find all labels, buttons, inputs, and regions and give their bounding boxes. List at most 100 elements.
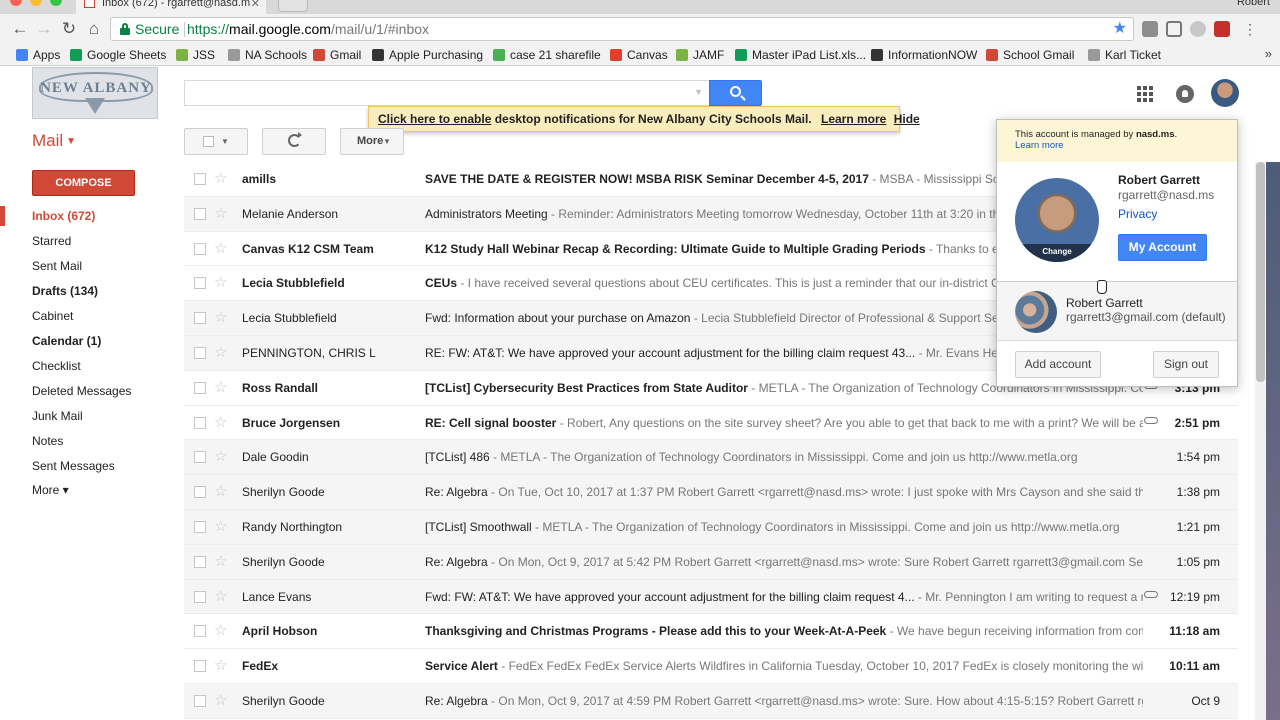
minimize-window-icon[interactable] [30, 0, 42, 6]
mail-switcher[interactable]: Mail ▼ [32, 131, 76, 151]
bookmark-apps[interactable]: Apps [16, 47, 60, 63]
star-icon[interactable]: ☆ [214, 273, 227, 291]
more-actions-button[interactable]: More ▼ [340, 128, 404, 155]
bookmark-jamf[interactable]: JAMF [676, 47, 724, 63]
nav-item-sent-messages[interactable]: Sent Messages [32, 459, 115, 473]
row-checkbox[interactable] [194, 416, 206, 429]
bookmark-na-schools[interactable]: NA Schools [228, 47, 307, 63]
star-icon[interactable]: ☆ [214, 169, 227, 187]
bookmark-apple-purchasing[interactable]: Apple Purchasing [372, 47, 483, 63]
privacy-link[interactable]: Privacy [1118, 207, 1157, 221]
chrome-menu-icon[interactable]: ⋮ [1240, 19, 1260, 39]
bookmark-jss[interactable]: JSS [176, 47, 215, 63]
bookmark-star-icon[interactable]: ★ [1113, 18, 1127, 40]
email-row[interactable]: ☆ Sherilyn Goode Re: Algebra - On Tue, Oct… [184, 475, 1238, 510]
star-icon[interactable]: ☆ [214, 656, 227, 674]
extension-icon[interactable] [1142, 21, 1158, 37]
row-checkbox[interactable] [194, 173, 206, 185]
bookmark-karl-ticket[interactable]: Karl Ticket [1088, 47, 1161, 63]
row-checkbox[interactable] [194, 555, 206, 568]
star-icon[interactable]: ☆ [214, 239, 227, 257]
star-icon[interactable]: ☆ [214, 691, 227, 709]
email-row[interactable]: ☆ FedEx Service Alert - FedEx FedEx FedEx … [184, 649, 1238, 684]
email-row[interactable]: ☆ Sherilyn Goode Re: Algebra - On Mon, Oct… [184, 544, 1238, 580]
nav-item-drafts[interactable]: Drafts (134) [32, 284, 98, 298]
bookmark-school-gmail[interactable]: School Gmail [986, 47, 1074, 63]
account-photo[interactable]: Change [1015, 178, 1099, 262]
nav-item-notes[interactable]: Notes [32, 434, 63, 448]
bookmark-informationnow[interactable]: InformationNOW [871, 47, 977, 63]
nav-item-checklist[interactable]: Checklist [32, 359, 81, 373]
row-checkbox[interactable] [194, 207, 206, 220]
star-icon[interactable]: ☆ [214, 482, 227, 500]
tab-close-icon[interactable]: ✕ [251, 0, 260, 11]
forward-arrow-icon[interactable]: → [34, 19, 54, 39]
search-input[interactable]: ▼ [184, 80, 709, 106]
home-icon[interactable]: ⌂ [84, 19, 104, 39]
email-row[interactable]: ☆ Bruce Jorgensen RE: Cell signal booster … [184, 405, 1238, 441]
cast-icon[interactable] [1166, 21, 1182, 37]
star-icon[interactable]: ☆ [214, 587, 227, 605]
scrollbar-thumb[interactable] [1256, 162, 1265, 382]
bookmark-canvas[interactable]: Canvas [610, 47, 668, 63]
more-bookmarks-chevron-icon[interactable]: » [1265, 46, 1272, 61]
nav-item-junk-mail[interactable]: Junk Mail [32, 409, 83, 423]
browser-tab-inbox[interactable]: Inbox (672) - rgarrett@nasd.m ✕ [76, 0, 266, 14]
star-icon[interactable]: ☆ [214, 378, 227, 396]
google-apps-icon[interactable] [1137, 86, 1153, 102]
row-checkbox[interactable] [194, 694, 206, 707]
sign-out-button[interactable]: Sign out [1153, 351, 1219, 378]
row-checkbox[interactable] [194, 346, 206, 359]
bookmark-google-sheets[interactable]: Google Sheets [70, 47, 166, 63]
address-bar[interactable]: Secure https://mail.google.com/mail/u/1/… [110, 17, 1134, 41]
select-checkbox-button[interactable]: ▼ [184, 128, 248, 155]
cloud-icon[interactable] [1190, 21, 1206, 37]
other-account-item[interactable]: Robert Garrett rgarrett3@gmail.com (defa… [997, 282, 1237, 341]
star-icon[interactable]: ☆ [214, 517, 227, 535]
enable-notifications-link[interactable]: Click here to enable [378, 112, 491, 126]
nav-item-sent-mail[interactable]: Sent Mail [32, 259, 82, 273]
bookmark-gmail[interactable]: Gmail [313, 47, 361, 63]
email-row[interactable]: ☆ Dale Goodin [TCList] 486 - METLA - The O… [184, 440, 1238, 476]
row-checkbox[interactable] [194, 660, 206, 673]
star-icon[interactable]: ☆ [214, 308, 227, 326]
notice-hide-link[interactable]: Hide [894, 112, 920, 126]
account-avatar[interactable] [1211, 79, 1239, 107]
star-icon[interactable]: ☆ [214, 621, 227, 639]
new-tab-button[interactable] [278, 0, 308, 12]
bookmark-case-21-sharefile[interactable]: case 21 sharefile [493, 47, 601, 63]
row-checkbox[interactable] [194, 381, 206, 394]
change-photo-label[interactable]: Change [1015, 244, 1099, 262]
star-icon[interactable]: ☆ [214, 447, 227, 465]
reload-icon[interactable]: ↻ [59, 19, 79, 39]
search-button[interactable] [709, 80, 762, 106]
refresh-button[interactable] [262, 128, 326, 155]
email-row[interactable]: ☆ April Hobson Thanksgiving and Christmas … [184, 614, 1238, 650]
row-checkbox[interactable] [194, 451, 206, 464]
row-checkbox[interactable] [194, 520, 206, 533]
bookmark-master-ipad-list-xls[interactable]: Master iPad List.xls... [735, 47, 866, 63]
star-icon[interactable]: ☆ [214, 204, 227, 222]
star-icon[interactable]: ☆ [214, 552, 227, 570]
compose-button[interactable]: COMPOSE [32, 170, 135, 196]
email-row[interactable]: ☆ Lance Evans Fwd: FW: AT&T: We have appro… [184, 579, 1238, 615]
row-checkbox[interactable] [194, 312, 206, 325]
search-options-caret-icon[interactable]: ▼ [694, 87, 703, 97]
back-arrow-icon[interactable]: ← [10, 19, 30, 39]
nav-item-inbox[interactable]: Inbox (672) [32, 209, 95, 223]
row-checkbox[interactable] [194, 277, 206, 290]
row-checkbox[interactable] [194, 486, 206, 499]
zoom-window-icon[interactable] [50, 0, 62, 6]
close-window-icon[interactable] [10, 0, 22, 6]
star-icon[interactable]: ☆ [214, 413, 227, 431]
star-icon[interactable]: ☆ [214, 343, 227, 361]
my-account-button[interactable]: My Account [1118, 234, 1207, 261]
nav-item-calendar[interactable]: Calendar (1) [32, 334, 101, 348]
email-row[interactable]: ☆ Randy Northington [TCList] Smoothwall - … [184, 509, 1238, 545]
extension-badge-icon[interactable] [1214, 21, 1230, 37]
nav-item-more[interactable]: More ▾ [32, 483, 69, 497]
add-account-button[interactable]: Add account [1015, 351, 1101, 378]
row-checkbox[interactable] [194, 625, 206, 638]
email-row[interactable]: ☆ Sherilyn Goode Re: Algebra - On Mon, Oct… [184, 683, 1238, 719]
notice-learn-more-link[interactable]: Learn more [821, 112, 886, 126]
